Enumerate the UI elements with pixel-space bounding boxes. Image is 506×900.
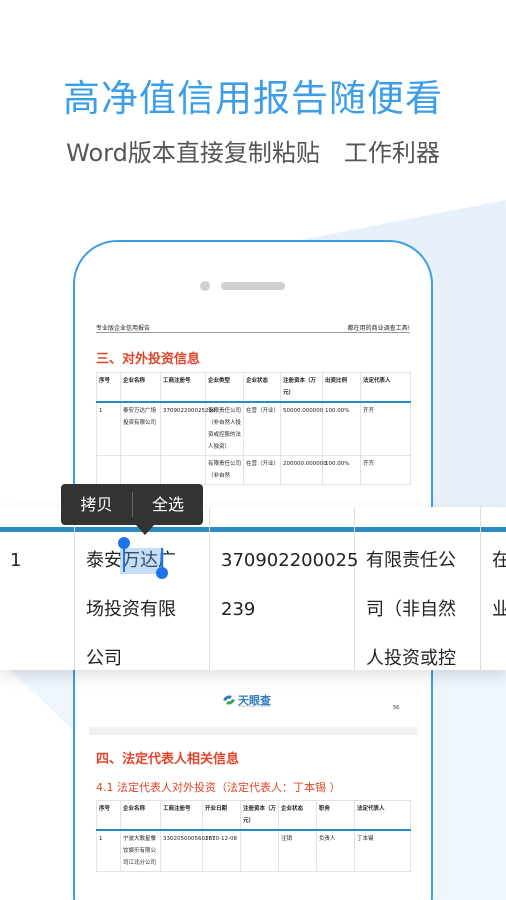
table-row: 1 泰安万达广场投资有限公司 370902200025239 有限责任公司（非自… [96, 401, 411, 456]
table-row: 有限责任公司（非自然 在营（开业） 200000.000000 100.00% … [96, 455, 411, 485]
zoom-cell-index: 1 [10, 550, 22, 571]
table-header-row: 序号 企业名称 工商注册号 开业日期 注册资本（万元） 企业状态 职务 法定代表… [96, 800, 411, 831]
legal-rep-investment-table: 序号 企业名称 工商注册号 开业日期 注册资本（万元） 企业状态 职务 法定代表… [96, 800, 411, 872]
column-divider [209, 507, 210, 670]
copy-button[interactable]: 拷贝 [61, 484, 132, 525]
table-cell [160, 455, 206, 485]
header-cell: 企业状态 [278, 800, 317, 831]
header-cell: 注册资本（万元） [280, 372, 323, 403]
table-cell: 有限责任公司（非自然人投资或控股的法人独资） [205, 401, 244, 456]
table-cell: 330205000560187 [160, 829, 216, 872]
table-cell: 1 [96, 829, 121, 872]
report-header-left: 专业版企业信用报告 [96, 325, 151, 332]
header-cell: 工商注册号 [160, 372, 206, 403]
table-cell [120, 455, 161, 485]
table-cell: 有限责任公司（非自然 [205, 455, 244, 485]
table-cell: 在营（开业） [243, 455, 281, 485]
zoom-cell-company-line[interactable]: 场投资有限 [86, 585, 176, 634]
speaker-slot [221, 282, 285, 290]
selection-start-handle[interactable] [118, 537, 130, 549]
zoom-cell-company-line[interactable]: 公司 [86, 634, 122, 670]
zoom-cell-type-line[interactable]: 司（非自然 [366, 585, 456, 634]
table-cell: 200000.000000 [280, 455, 327, 485]
table-cell: 50000.000000 [280, 401, 323, 456]
zoom-blue-rule [0, 527, 506, 532]
table-cell: 负责人 [316, 829, 355, 872]
header-cell: 法定代表人 [354, 800, 411, 831]
table-cell: 在营（开业） [243, 401, 281, 456]
context-menu-pointer [136, 525, 154, 535]
table-cell: 齐齐 [360, 401, 411, 456]
table-row: 1 宁波大歌星餐饮娱乐有限公司江北分公司 330205000560187 201… [96, 829, 411, 872]
column-divider [74, 507, 75, 670]
table-cell: 100.00% [322, 455, 361, 485]
table-cell: 370902200025239 [160, 401, 216, 456]
brand-logo: 天眼查 www.tianyancha.com [222, 692, 282, 708]
header-cell: 序号 [96, 372, 121, 403]
zoom-cell-type-line[interactable]: 人投资或控 [366, 634, 456, 670]
header-cell: 企业状态 [243, 372, 281, 403]
select-all-button[interactable]: 全选 [133, 484, 203, 525]
zoom-cell-status-line[interactable]: 在 [492, 536, 506, 585]
header-cell: 法定代表人 [360, 372, 411, 403]
subsection-title-legal-rep-investments: 4.1 法定代表人对外投资（法定代表人：丁本锡 ） [96, 781, 341, 794]
context-menu: 拷贝 全选 [61, 484, 203, 535]
table-cell [96, 455, 121, 485]
zoomed-table-row: 1 泰安万达广 场投资有限 公司 370902200025 239 有限责任公 … [0, 507, 506, 670]
table-cell: 2010-12-08 [202, 829, 241, 872]
header-cell: 出资比例 [322, 372, 361, 403]
section-title-legal-rep: 四、法定代表人相关信息 [96, 752, 240, 767]
report-header: 专业版企业信用报告 都在用的商业调查工具! [96, 323, 410, 333]
header-cell: 工商注册号 [160, 800, 203, 831]
table-cell: 1 [96, 401, 121, 456]
subline: Word版本直接复制粘贴 工作利器 [66, 139, 440, 167]
header-cell: 开业日期 [202, 800, 241, 831]
table-cell: 宁波大歌星餐饮娱乐有限公司江北分公司 [120, 829, 161, 872]
selection-end-handle[interactable] [156, 567, 168, 579]
zoom-cell-type-line[interactable]: 有限责任公 [366, 536, 456, 585]
table-cell: 齐齐 [360, 455, 411, 485]
header-cell: 企业类型 [205, 372, 244, 403]
table-cell: 100.00% [322, 401, 361, 456]
table-cell: 注销 [278, 829, 317, 872]
header-cell: 职务 [316, 800, 355, 831]
column-divider [354, 507, 355, 670]
zoom-cell-reg-number-line[interactable]: 239 [221, 585, 255, 634]
camera-dot [200, 281, 210, 291]
table-cell [240, 829, 279, 872]
table-cell: 丁本锡 [354, 829, 411, 872]
table-cell: 泰安万达广场投资有限公司 [120, 401, 161, 456]
header-cell: 序号 [96, 800, 121, 831]
brand-url: www.tianyancha.com [238, 704, 271, 708]
report-header-right: 都在用的商业调查工具! [347, 325, 410, 332]
header-cell: 注册资本（万元） [240, 800, 279, 831]
zoom-cell-reg-number-line[interactable]: 370902200025 [221, 536, 358, 585]
section-title-investments: 三、对外投资信息 [96, 352, 201, 367]
zoom-cell-status-line[interactable]: 业 [492, 585, 506, 634]
column-divider [480, 507, 481, 670]
header-cell: 企业名称 [120, 800, 161, 831]
investment-table: 序号 企业名称 工商注册号 企业类型 企业状态 注册资本（万元） 出资比例 法定… [96, 372, 411, 485]
brand-mark-icon [223, 695, 235, 705]
table-header-row: 序号 企业名称 工商注册号 企业类型 企业状态 注册资本（万元） 出资比例 法定… [96, 372, 411, 403]
headline: 高净值信用报告随便看 [63, 77, 443, 120]
header-cell: 企业名称 [120, 372, 161, 403]
page-number: 56 [393, 705, 400, 711]
page-divider [89, 727, 417, 735]
